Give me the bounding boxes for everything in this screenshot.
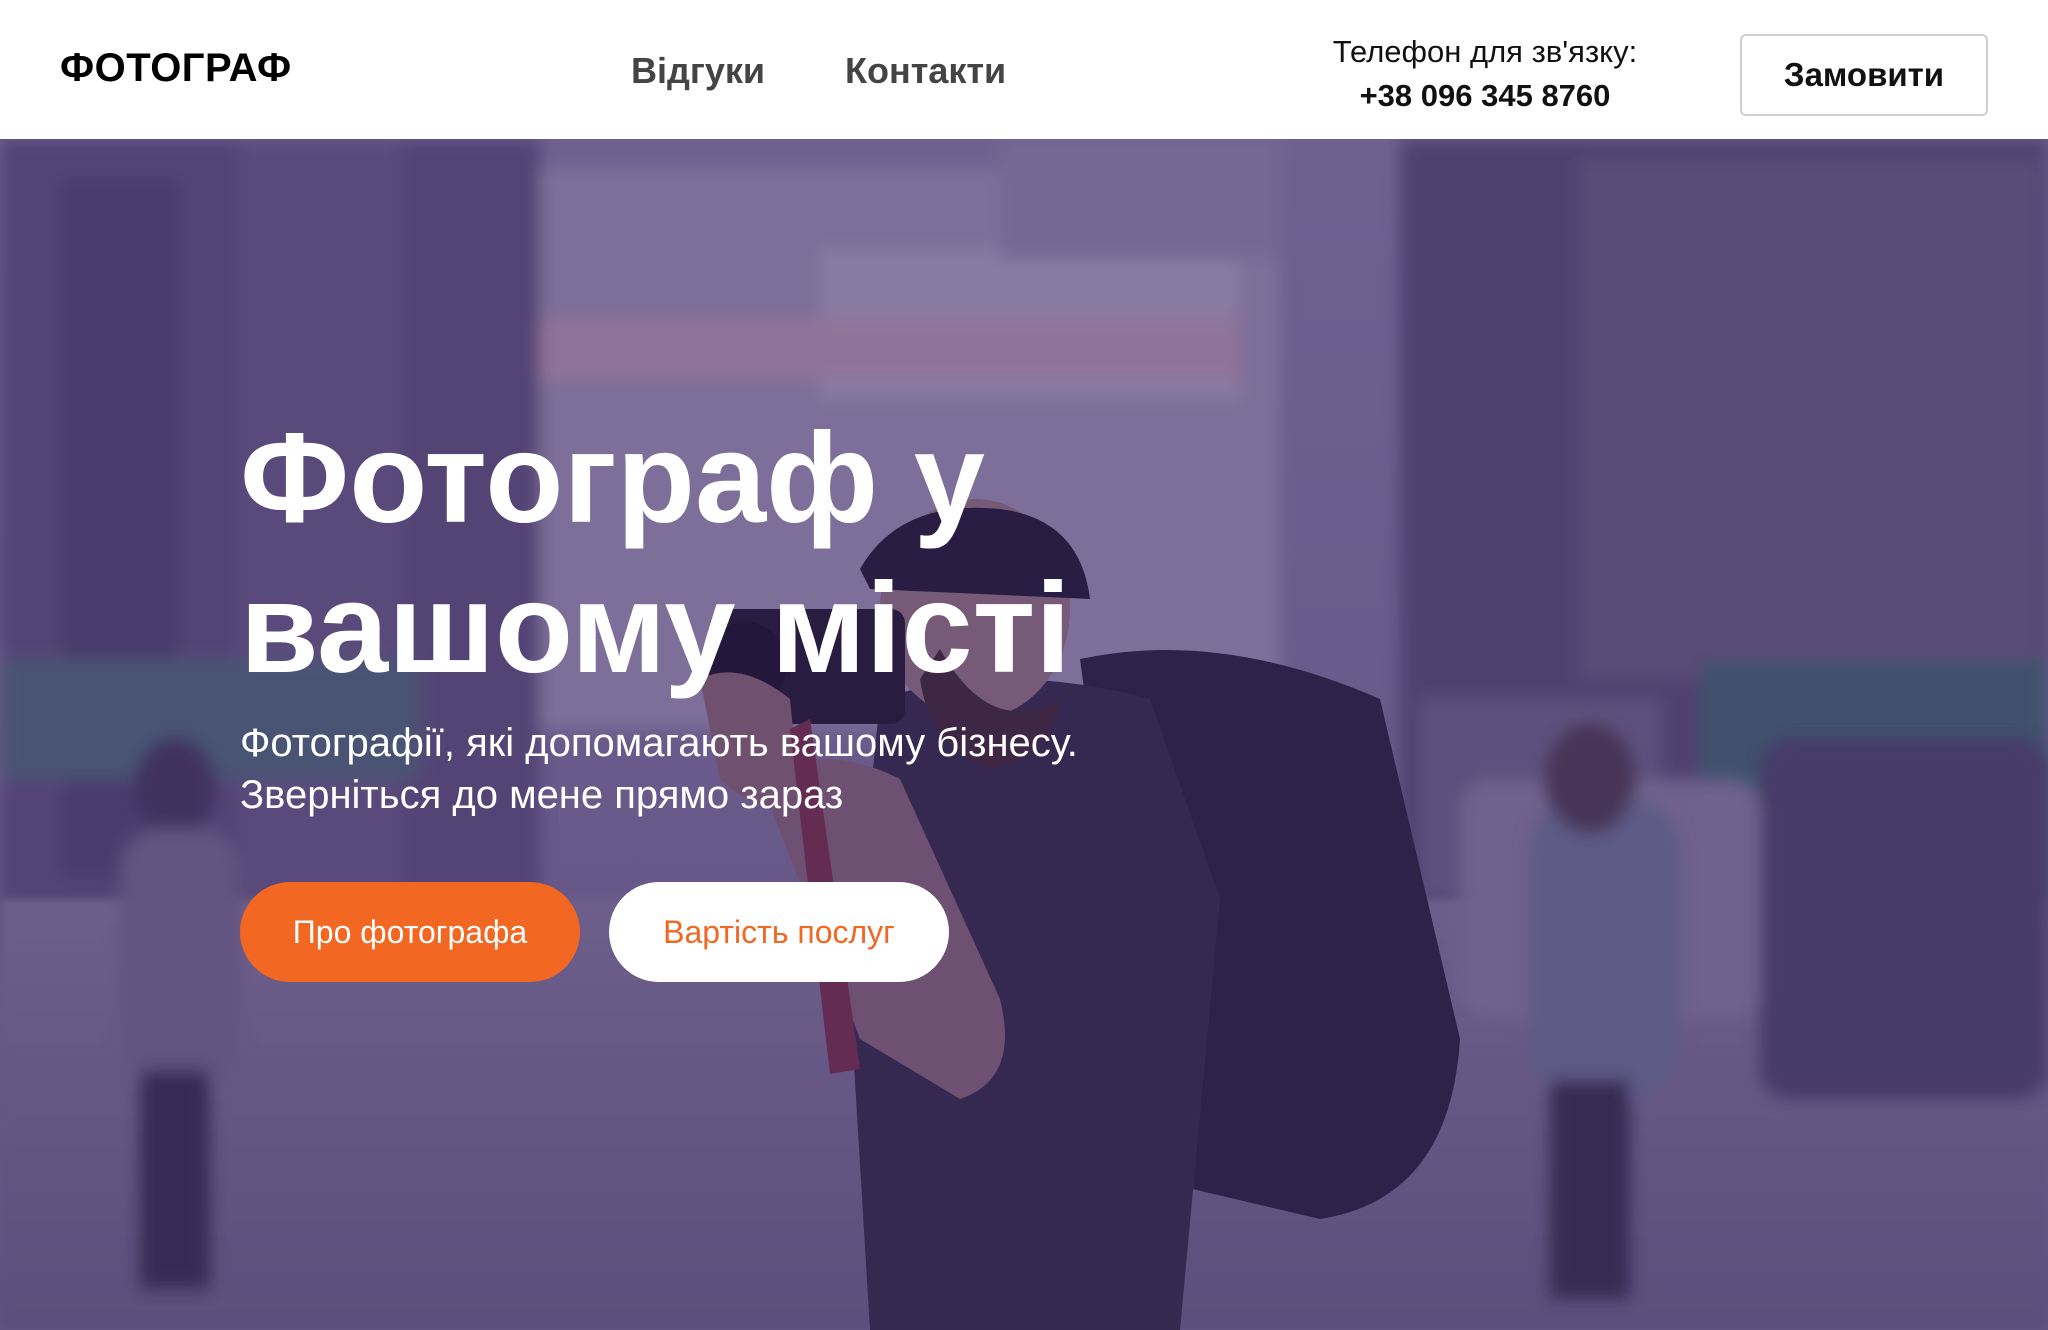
hero-section: Фотограф у вашому місті Фотографії, які … xyxy=(0,139,2048,1330)
hero-subtitle-line-2: Зверніться до мене прямо зараз xyxy=(240,773,844,817)
phone-label: Телефон для зв'язку: xyxy=(1332,34,1638,69)
hero-subtitle: Фотографії, які допомагають вашому бізне… xyxy=(240,717,1340,821)
contact-phone-block: Телефон для зв'язку: +38 096 345 8760 xyxy=(1300,30,1670,118)
hero-title: Фотограф у вашому місті xyxy=(240,407,1071,700)
order-button[interactable]: Замовити xyxy=(1740,34,1988,116)
hero-subtitle-line-1: Фотографії, які допомагають вашому бізне… xyxy=(240,721,1078,765)
service-prices-button[interactable]: Вартість послуг xyxy=(609,882,949,982)
site-header: ФОТОГРАФ Відгуки Контакти Телефон для зв… xyxy=(0,0,2048,139)
site-logo[interactable]: ФОТОГРАФ xyxy=(60,46,292,91)
nav-link-contacts[interactable]: Контакти xyxy=(845,50,1006,92)
about-photographer-button[interactable]: Про фотографа xyxy=(240,882,580,982)
phone-number[interactable]: +38 096 345 8760 xyxy=(1300,74,1670,118)
nav-link-reviews[interactable]: Відгуки xyxy=(631,50,765,92)
